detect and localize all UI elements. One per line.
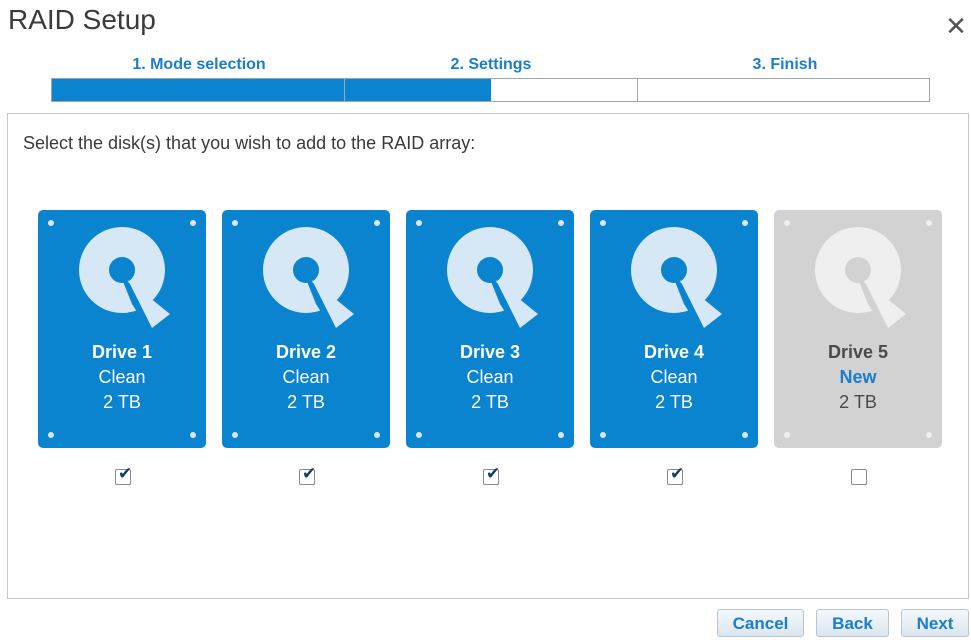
drive-tile-5[interactable]: Drive 5 New 2 TB <box>774 210 942 448</box>
corner-screw <box>558 432 564 438</box>
corner-screw <box>232 432 238 438</box>
drive-name: Drive 1 <box>91 342 153 362</box>
corner-screw <box>416 432 422 438</box>
cancel-button[interactable]: Cancel <box>717 609 804 637</box>
corner-screw <box>416 220 422 226</box>
progress-divider <box>637 79 638 101</box>
instruction-text: Select the disk(s) that you wish to add … <box>23 133 476 153</box>
close-icon[interactable]: ✕ <box>944 13 968 39</box>
step-indicator: 1. Mode selection 2. Settings 3. Finish <box>51 54 930 104</box>
drive-tile-3[interactable]: Drive 3 Clean 2 TB <box>406 210 574 448</box>
drive-status: Clean <box>466 367 514 387</box>
checkmark-icon: ✔ <box>302 464 317 483</box>
corner-screw <box>926 220 932 226</box>
corner-screw <box>742 220 748 226</box>
drive-size: 2 TB <box>103 392 141 412</box>
corner-screw <box>374 220 380 226</box>
step-1-label: 1. Mode selection <box>132 56 266 73</box>
corner-screw <box>48 220 54 226</box>
progress-bar <box>51 78 930 102</box>
checkmark-icon: ✔ <box>486 464 501 483</box>
corner-screw <box>232 220 238 226</box>
drive-2-checkbox[interactable]: ✔ <box>299 464 316 485</box>
drive-1-checkbox[interactable]: ✔ <box>115 464 132 485</box>
checkmark-icon: ✔ <box>670 464 685 483</box>
drive-name: Drive 5 <box>827 342 889 362</box>
drive-status: Clean <box>98 367 146 387</box>
next-button[interactable]: Next <box>901 609 969 637</box>
dialog-title: RAID Setup <box>8 4 156 35</box>
drive-status: New <box>839 367 877 387</box>
drive-status: Clean <box>650 367 698 387</box>
hard-disk-icon <box>815 227 906 329</box>
step-3-label: 3. Finish <box>752 56 818 73</box>
drive-size: 2 TB <box>471 392 509 412</box>
drive-name: Drive 4 <box>643 342 705 362</box>
corner-screw <box>190 432 196 438</box>
drive-5-checkbox[interactable] <box>851 469 867 485</box>
drive-3-checkbox[interactable]: ✔ <box>483 464 500 485</box>
corner-screw <box>558 220 564 226</box>
content-panel: Select the disk(s) that you wish to add … <box>7 113 969 599</box>
drive-size: 2 TB <box>839 392 877 412</box>
drive-name: Drive 2 <box>275 342 337 362</box>
hard-disk-icon <box>79 227 170 329</box>
corner-screw <box>600 220 606 226</box>
corner-screw <box>742 432 748 438</box>
hard-disk-icon <box>447 227 538 329</box>
drive-tile-4[interactable]: Drive 4 Clean 2 TB <box>590 210 758 448</box>
drive-4-checkbox[interactable]: ✔ <box>667 464 684 485</box>
corner-screw <box>784 220 790 226</box>
corner-screw <box>190 220 196 226</box>
corner-screw <box>600 432 606 438</box>
hard-disk-icon <box>631 227 722 329</box>
corner-screw <box>374 432 380 438</box>
drive-status: Clean <box>282 367 330 387</box>
drive-size: 2 TB <box>287 392 325 412</box>
progress-bar-fill <box>52 79 491 101</box>
back-button[interactable]: Back <box>816 609 889 637</box>
hard-disk-icon <box>263 227 354 329</box>
drive-name: Drive 3 <box>459 342 521 362</box>
corner-screw <box>48 432 54 438</box>
drive-tile-2[interactable]: Drive 2 Clean 2 TB <box>222 210 390 448</box>
checkmark-icon: ✔ <box>118 464 133 483</box>
drive-tile-1[interactable]: Drive 1 Clean 2 TB <box>38 210 206 448</box>
corner-screw <box>926 432 932 438</box>
step-2-label: 2. Settings <box>450 56 532 73</box>
drive-size: 2 TB <box>655 392 693 412</box>
corner-screw <box>784 432 790 438</box>
progress-divider <box>344 79 345 101</box>
